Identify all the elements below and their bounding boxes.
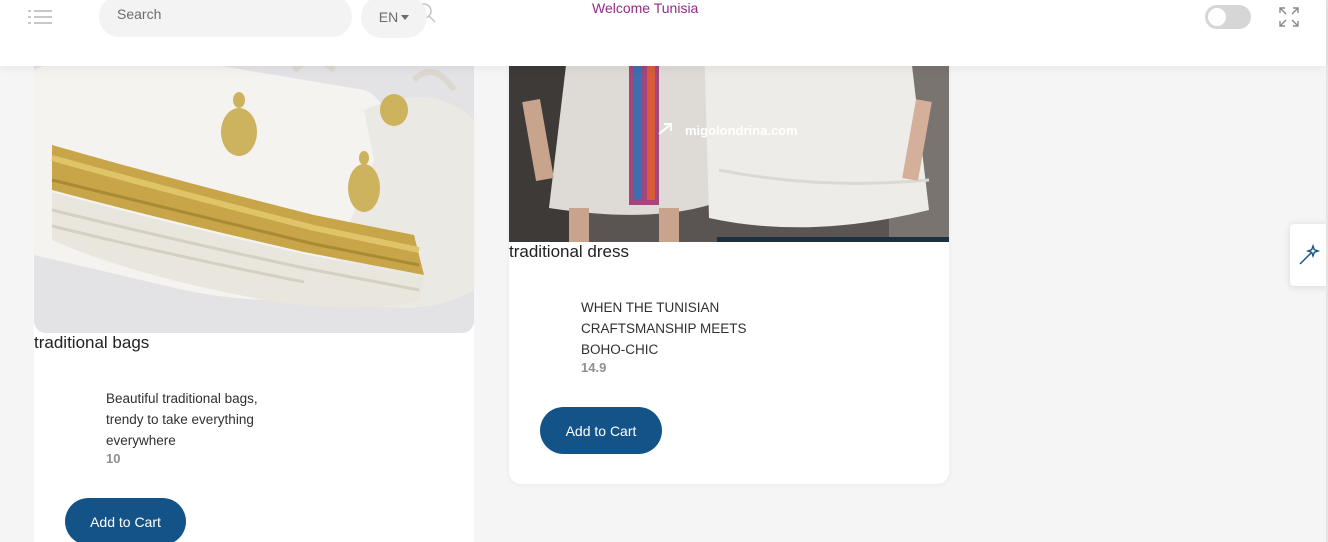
welcome-message: Welcome Tunisia (592, 0, 699, 16)
top-navbar: EN Welcome Tunisia (0, 0, 1326, 66)
search-bar (99, 0, 436, 37)
product-price: 14.9 (581, 360, 607, 375)
magic-wand-icon (1299, 243, 1321, 265)
language-label: EN (378, 9, 399, 25)
product-title[interactable]: traditional dress (509, 242, 629, 262)
chevron-down-icon (401, 14, 410, 20)
product-card: migolondrina.com traditional dress WHEN … (509, 40, 949, 484)
product-title[interactable]: traditional bags (34, 333, 149, 353)
add-to-cart-button[interactable]: Add to Cart (540, 407, 662, 454)
image-watermark-text: migolondrina.com (685, 123, 798, 138)
product-description: Beautiful traditional bags, trendy to ta… (106, 391, 258, 448)
product-description: WHEN THE TUNISIAN CRAFTSMANSHIP MEETS BO… (581, 300, 747, 357)
menu-icon[interactable] (28, 9, 52, 25)
toggle-knob (1208, 8, 1226, 26)
theme-customizer-button[interactable] (1290, 224, 1328, 286)
product-image[interactable]: migolondrina.com (509, 40, 949, 242)
add-to-cart-button[interactable]: Add to Cart (65, 498, 186, 542)
theme-toggle[interactable] (1205, 5, 1251, 29)
product-image[interactable] (34, 40, 474, 333)
product-price: 10 (106, 451, 121, 466)
language-dropdown[interactable]: EN (361, 0, 427, 38)
app-page: EN Welcome Tunisia (0, 0, 1328, 542)
product-card: traditional bags Beautiful traditional b… (34, 40, 474, 542)
search-input[interactable] (117, 6, 307, 22)
fullscreen-icon[interactable] (1279, 7, 1299, 27)
